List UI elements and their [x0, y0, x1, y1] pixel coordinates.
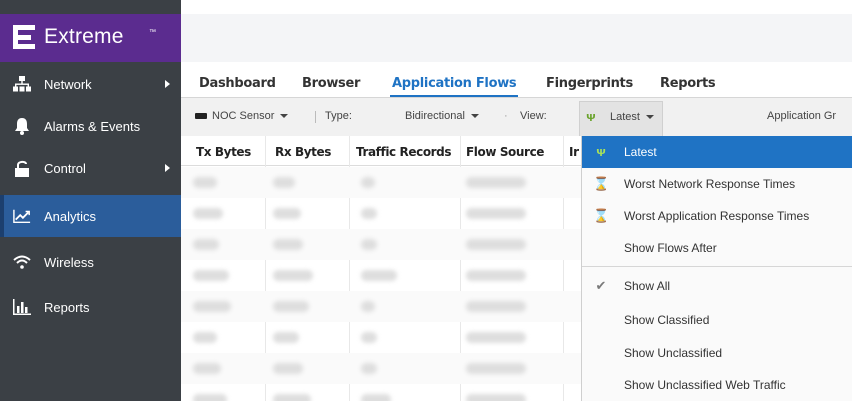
sidebar-item-network[interactable]: Network	[0, 63, 181, 105]
sidebar-item-label: Alarms & Events	[44, 118, 141, 134]
sidebar-item-alarms-events[interactable]: Alarms & Events	[0, 105, 181, 147]
view-select[interactable]: ᴪ Latest	[579, 101, 663, 136]
caret-down-icon	[645, 115, 654, 120]
caret-down-icon	[470, 114, 479, 119]
brand-logo[interactable]: Extreme ™	[0, 14, 181, 62]
view-dropdown-menu: ᴪ Latest ⌛ Worst Network Response Times …	[581, 136, 852, 401]
chevron-right-icon	[165, 80, 170, 88]
menu-separator	[582, 266, 852, 267]
sidebar-item-label: Network	[44, 76, 92, 92]
tab-application-flows[interactable]: Application Flows	[389, 76, 519, 98]
menu-item-show-classified[interactable]: Show Classified	[582, 304, 852, 336]
menu-item-label: Show Unclassified Web Traffic	[624, 378, 786, 392]
hourglass-icon: ⌛	[593, 208, 610, 223]
top-banner	[181, 14, 852, 62]
menu-item-label: Show Flows After	[624, 241, 717, 255]
latest-icon: ᴪ	[596, 144, 606, 159]
wifi-icon	[13, 253, 31, 271]
table-row[interactable]	[181, 229, 581, 260]
table-row[interactable]	[181, 291, 581, 322]
bell-icon	[13, 117, 31, 135]
sensor-icon	[195, 113, 207, 119]
sensor-select[interactable]: NOC Sensor	[212, 110, 289, 122]
column-header-tx-bytes[interactable]: Tx Bytes	[196, 145, 251, 159]
sidebar-item-analytics[interactable]: Analytics	[0, 195, 181, 237]
sidebar: Extreme ™ Network Alarms & Events Contro…	[0, 0, 181, 401]
menu-item-show-all[interactable]: ✔ Show All	[582, 270, 852, 302]
menu-item-label: Latest	[624, 145, 657, 159]
tab-browser[interactable]: Browser	[302, 76, 360, 91]
caret-down-icon	[280, 114, 289, 119]
tab-dashboard[interactable]: Dashboard	[199, 76, 276, 91]
menu-item-worst-network-response-times[interactable]: ⌛ Worst Network Response Times	[582, 168, 852, 200]
checkmark-icon: ✔	[595, 278, 607, 293]
sidebar-item-label: Reports	[44, 299, 90, 315]
toolbar-separator	[315, 111, 316, 123]
network-icon	[13, 75, 31, 93]
menu-item-latest[interactable]: ᴪ Latest	[582, 136, 852, 168]
sidebar-item-label: Control	[44, 160, 86, 176]
menu-item-worst-application-response-times[interactable]: ⌛ Worst Application Response Times	[582, 200, 852, 232]
table-row[interactable]	[181, 198, 581, 229]
sidebar-item-reports[interactable]: Reports	[0, 286, 181, 328]
table-row[interactable]	[181, 260, 581, 291]
brand-name: Extreme	[44, 25, 124, 48]
column-header-ir[interactable]: Ir	[569, 145, 579, 159]
tab-reports[interactable]: Reports	[660, 76, 716, 91]
toolbar-dot: ·	[504, 110, 508, 122]
table-header: Tx Bytes Rx Bytes Traffic Records Flow S…	[181, 136, 581, 166]
column-header-flow-source[interactable]: Flow Source	[466, 145, 544, 159]
menu-item-label: Worst Application Response Times	[624, 209, 810, 223]
table-row[interactable]	[181, 353, 581, 384]
latest-icon: ᴪ	[586, 109, 596, 124]
application-group-label[interactable]: Application Gr	[767, 110, 836, 122]
tab-bar: Dashboard Browser Application Flows Fing…	[181, 72, 852, 98]
sidebar-item-wireless[interactable]: Wireless	[0, 241, 181, 283]
view-label: View:	[520, 110, 547, 122]
table-row[interactable]	[181, 322, 581, 353]
chevron-right-icon	[165, 164, 170, 172]
table-row[interactable]	[181, 167, 581, 198]
menu-item-label: Show Classified	[624, 313, 710, 327]
menu-item-show-unclassified[interactable]: Show Unclassified	[582, 337, 852, 369]
sidebar-item-control[interactable]: Control	[0, 147, 181, 189]
sidebar-item-label: Analytics	[44, 208, 97, 224]
menu-item-show-flows-after[interactable]: Show Flows After	[582, 232, 852, 264]
table-row[interactable]	[181, 384, 581, 401]
analytics-chart-icon	[13, 207, 31, 225]
column-header-traffic-records[interactable]: Traffic Records	[356, 145, 452, 159]
menu-item-label: Show All	[624, 279, 671, 293]
brand-trademark: ™	[149, 29, 156, 36]
type-label: Type:	[325, 110, 352, 122]
extreme-logo-icon	[13, 25, 35, 49]
menu-item-label: Worst Network Response Times	[624, 177, 796, 191]
menu-item-show-unclassified-web-traffic[interactable]: Show Unclassified Web Traffic	[582, 369, 852, 401]
toolbar: NOC Sensor Type: Bidirectional · View: ᴪ…	[181, 98, 852, 136]
column-header-rx-bytes[interactable]: Rx Bytes	[275, 145, 331, 159]
type-select[interactable]: Bidirectional	[405, 110, 479, 122]
tab-fingerprints[interactable]: Fingerprints	[546, 76, 633, 91]
hourglass-icon: ⌛	[593, 176, 610, 191]
sidebar-item-label: Wireless	[44, 254, 94, 270]
menu-item-label: Show Unclassified	[624, 346, 723, 360]
bar-chart-icon	[13, 298, 31, 316]
lock-icon	[13, 159, 31, 177]
view-select-value: Latest	[610, 111, 654, 123]
